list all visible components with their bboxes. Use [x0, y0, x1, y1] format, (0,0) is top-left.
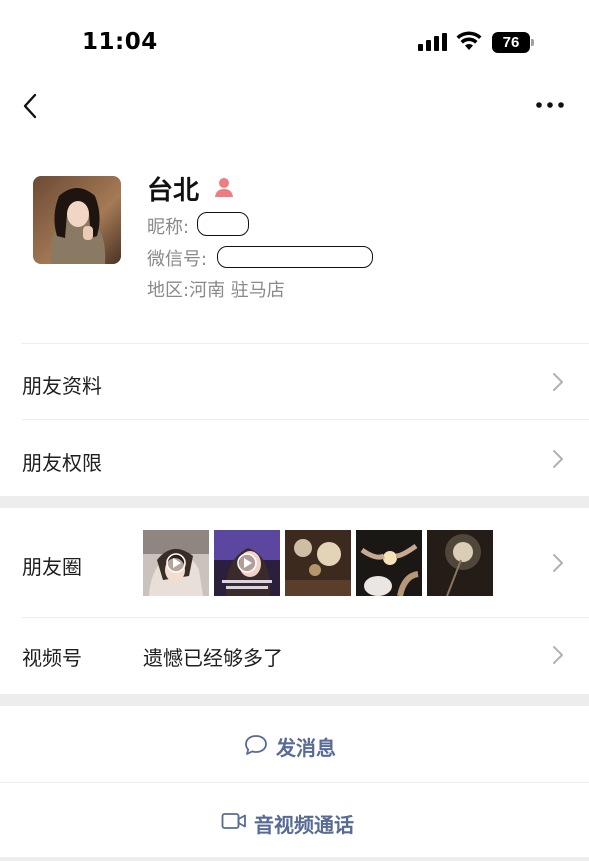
video-camera-icon	[221, 813, 246, 829]
battery-icon: 76	[492, 32, 534, 53]
cellular-signal-icon	[418, 33, 447, 51]
status-bar: 11:04 76	[0, 0, 589, 84]
chevron-right-icon	[553, 646, 563, 664]
battery-level: 76	[502, 34, 520, 51]
section-gap	[0, 857, 589, 861]
chevron-right-icon	[553, 373, 563, 391]
moments-thumbnail	[356, 530, 422, 596]
moments-thumbnail	[143, 530, 209, 596]
region-line: 地区:河南 驻马店	[147, 276, 285, 302]
status-time: 11:04	[82, 29, 158, 55]
wechat-id-label: 微信号:	[147, 249, 208, 270]
redacted-nickname	[197, 212, 249, 236]
moments-thumbnail	[427, 530, 493, 596]
chevron-left-icon[interactable]	[18, 92, 42, 120]
profile-name: 台北	[147, 176, 200, 206]
chevron-right-icon	[553, 554, 563, 572]
wifi-icon	[456, 31, 482, 50]
channels-label: 视频号	[22, 646, 82, 670]
ellipsis-icon[interactable]	[534, 96, 566, 114]
region-value: 河南 驻马店	[189, 280, 285, 301]
channels-row[interactable]: 视频号 遗憾已经够多了	[0, 618, 589, 694]
region-label: 地区:	[147, 280, 190, 301]
friend-info-row[interactable]: 朋友资料	[0, 344, 589, 420]
nickname-line: 昵称:	[147, 213, 189, 239]
send-message-label: 发消息	[276, 736, 336, 760]
video-call-label: 音视频通话	[254, 813, 354, 837]
wechat-id-line: 微信号:	[147, 245, 207, 271]
section-gap	[0, 496, 589, 508]
send-message-button[interactable]: 发消息	[0, 706, 589, 782]
moments-thumbnail	[285, 530, 351, 596]
chat-bubble-icon	[245, 735, 267, 755]
moments-thumbnail	[214, 530, 280, 596]
friend-permissions-row[interactable]: 朋友权限	[0, 420, 589, 496]
section-gap	[0, 694, 589, 706]
channels-value: 遗憾已经够多了	[143, 646, 283, 670]
female-person-icon	[215, 178, 233, 197]
redacted-wechat-id	[217, 246, 373, 268]
friend-info-label: 朋友资料	[22, 374, 102, 398]
nav-bar	[0, 84, 589, 128]
video-call-button[interactable]: 音视频通话	[0, 783, 589, 859]
chevron-right-icon	[553, 450, 563, 468]
friend-permissions-label: 朋友权限	[22, 451, 102, 475]
nickname-label: 昵称:	[147, 217, 190, 238]
moments-label: 朋友圈	[22, 555, 82, 579]
avatar[interactable]	[33, 176, 121, 264]
